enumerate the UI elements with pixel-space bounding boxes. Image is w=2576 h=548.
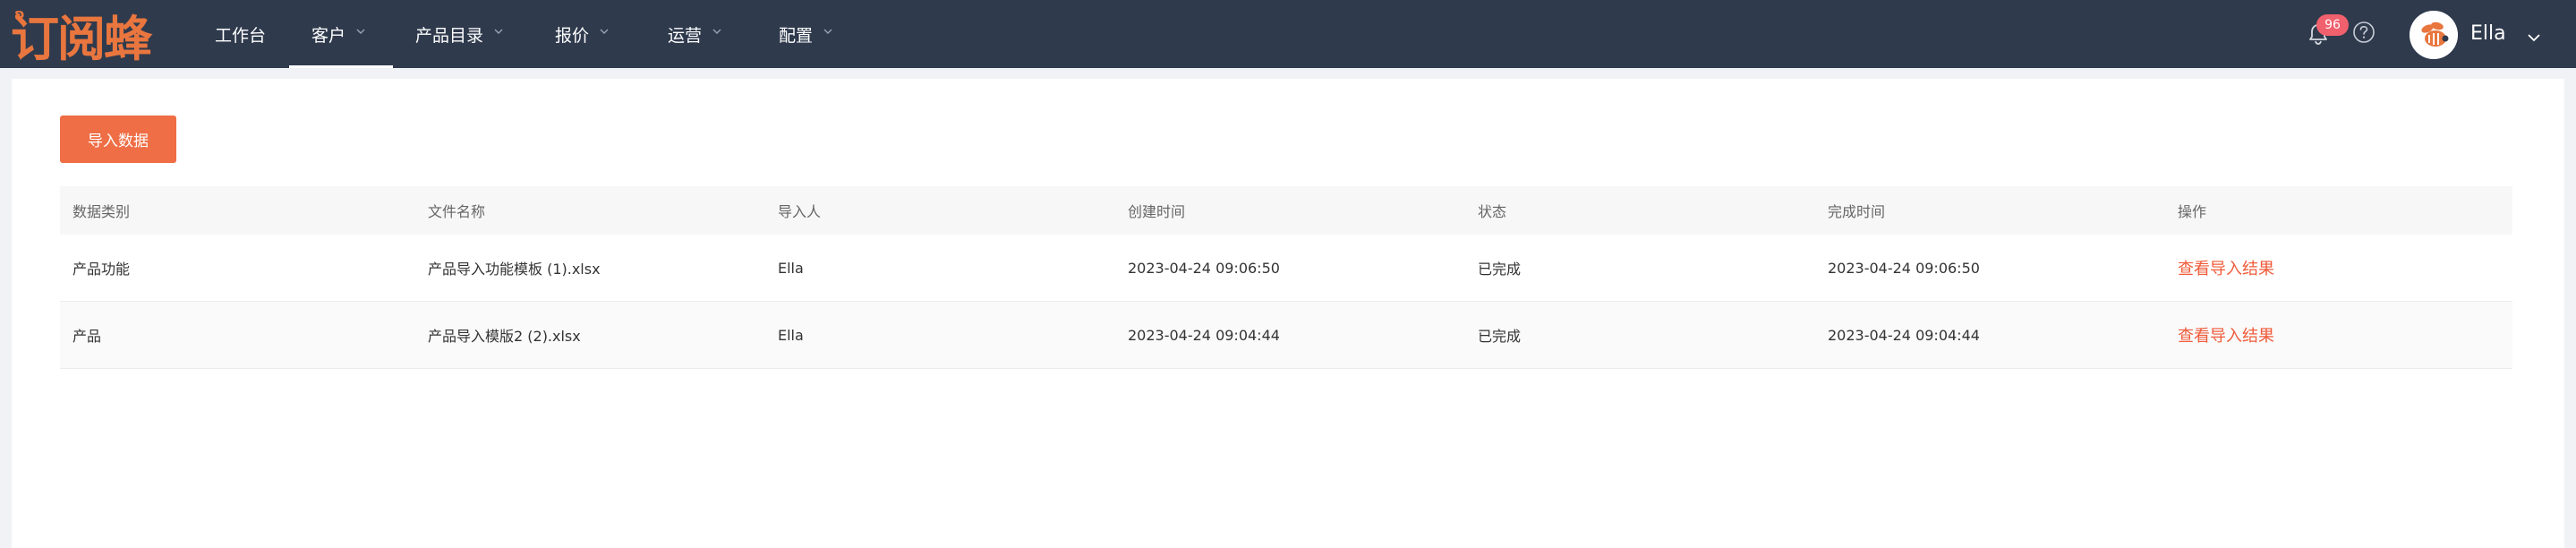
import-data-button[interactable]: 导入数据 [60, 116, 176, 163]
table-row: 产品 产品导入模版2 (2).xlsx Ella 2023-04-24 09:0… [60, 302, 2512, 369]
nav-item-workbench[interactable]: 工作台 [192, 0, 289, 68]
column-header-created-at: 创建时间 [1128, 203, 1186, 220]
content-panel: 导入数据 数据类别 文件名称 导入人 创建时间 状态 完成时间 操作 产品功能 … [12, 79, 2564, 548]
import-records-table: 数据类别 文件名称 导入人 创建时间 状态 完成时间 操作 产品功能 产品导入功… [60, 186, 2512, 369]
nav-item-label: 配置 [779, 25, 814, 46]
cell-status: 已完成 [1478, 261, 1522, 278]
nav-item-product-catalog[interactable]: 产品目录 [393, 0, 533, 68]
logo-text: 订阅蜂 [11, 10, 152, 67]
table-header: 数据类别 文件名称 导入人 创建时间 状态 完成时间 操作 [60, 186, 2512, 235]
cell-action: 查看导入结果 [2165, 323, 2512, 347]
nav-item-configuration[interactable]: 配置 [756, 0, 864, 68]
chevron-down-icon [712, 27, 721, 36]
column-header-status: 状态 [1478, 203, 1507, 220]
nav-item-label: 运营 [668, 25, 703, 46]
bee-logo-icon [2410, 11, 2458, 59]
column-header-category: 数据类别 [73, 203, 131, 220]
cell-file-name: 产品导入功能模板 (1).xlsx [428, 261, 601, 278]
cell-category: 产品功能 [73, 261, 131, 278]
table-row: 产品功能 产品导入功能模板 (1).xlsx Ella 2023-04-24 0… [60, 235, 2512, 302]
logo-antenna-icon: ʚ [14, 5, 25, 22]
cell-status: 已完成 [1478, 328, 1522, 345]
view-import-result-link[interactable]: 查看导入结果 [2178, 260, 2274, 278]
nav-item-quote[interactable]: 报价 [533, 0, 645, 68]
nav-item-label: 报价 [555, 25, 590, 46]
column-header-action: 操作 [2178, 203, 2207, 220]
cell-category: 产品 [73, 328, 102, 345]
column-header-importer: 导入人 [778, 203, 822, 220]
user-name[interactable]: Ella [2470, 21, 2506, 47]
cell-created-at: 2023-04-24 09:04:44 [1128, 326, 1280, 344]
cell-file-name: 产品导入模版2 (2).xlsx [428, 328, 581, 345]
app-logo[interactable]: ʚ 订阅蜂 [11, 5, 152, 67]
cell-created-at: 2023-04-24 09:06:50 [1128, 259, 1280, 277]
nav-item-label: 产品目录 [415, 25, 484, 46]
nav-item-operations[interactable]: 运营 [645, 0, 756, 68]
view-import-result-link[interactable]: 查看导入结果 [2178, 327, 2274, 346]
cell-completed-at: 2023-04-24 09:04:44 [1828, 326, 1980, 344]
column-header-file-name: 文件名称 [428, 203, 486, 220]
notification-badge[interactable]: 96 [2316, 14, 2349, 36]
column-header-completed-at: 完成时间 [1828, 203, 1886, 220]
nav-item-label: 工作台 [215, 25, 267, 46]
chevron-down-icon [494, 27, 503, 36]
cell-importer: Ella [778, 326, 804, 344]
chevron-down-icon [600, 27, 609, 36]
help-circle-icon[interactable] [2351, 20, 2376, 45]
main-nav: 工作台 客户 产品目录 报价 运营 配置 [192, 0, 864, 68]
avatar[interactable] [2410, 11, 2458, 59]
chevron-down-icon [823, 27, 832, 36]
cell-importer: Ella [778, 259, 804, 277]
cell-completed-at: 2023-04-24 09:06:50 [1828, 259, 1980, 277]
top-navigation-bar: ʚ 订阅蜂 工作台 客户 产品目录 报价 运营 配置 96 Ella [0, 0, 2576, 68]
chevron-down-icon [356, 27, 365, 36]
nav-item-customer[interactable]: 客户 [289, 0, 393, 68]
chevron-down-icon[interactable] [2527, 29, 2541, 42]
nav-item-label: 客户 [311, 25, 346, 46]
cell-action: 查看导入结果 [2165, 256, 2512, 279]
